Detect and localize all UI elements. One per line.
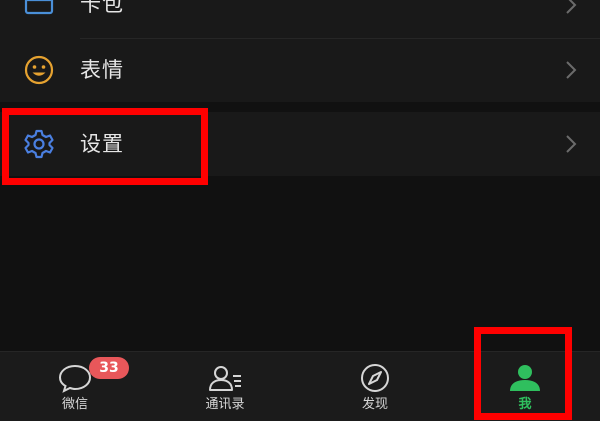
person-icon [510,365,540,391]
tab-label: 发现 [361,397,388,412]
menu-item-label: 表情 [80,58,124,82]
unread-badge: 33 [89,357,129,379]
menu-item-label: 设置 [80,132,124,156]
menu-group-top: 卡包 表情 [0,0,600,102]
me-page: 卡包 表情 设置 33 微信 通讯录 发现 我 [0,0,600,421]
tab-chats[interactable]: 33 微信 [15,352,135,421]
menu-group-settings: 设置 [0,112,600,176]
chevron-right-icon [566,135,577,153]
tab-discover[interactable]: 发现 [315,352,435,421]
menu-item-settings[interactable]: 设置 [0,112,600,176]
compass-icon [361,364,389,392]
menu-item-label: 卡包 [80,0,124,16]
settings-gear-icon [24,129,54,159]
chat-bubble-icon [58,364,92,393]
sticker-smiley-icon [24,55,54,85]
card-wallet-icon [24,0,54,15]
menu-item-stickers[interactable]: 表情 [0,38,600,102]
contacts-icon [209,366,241,391]
tab-contacts[interactable]: 通讯录 [165,352,285,421]
tab-me[interactable]: 我 [465,352,585,421]
tab-label: 通讯录 [205,397,245,412]
tab-label: 微信 [61,397,88,412]
tab-label: 我 [518,397,532,412]
chevron-right-icon [566,61,577,79]
bottom-tab-bar: 33 微信 通讯录 发现 我 [0,351,600,421]
menu-item-card-wallet[interactable]: 卡包 [0,0,600,39]
chevron-right-icon [566,0,577,14]
